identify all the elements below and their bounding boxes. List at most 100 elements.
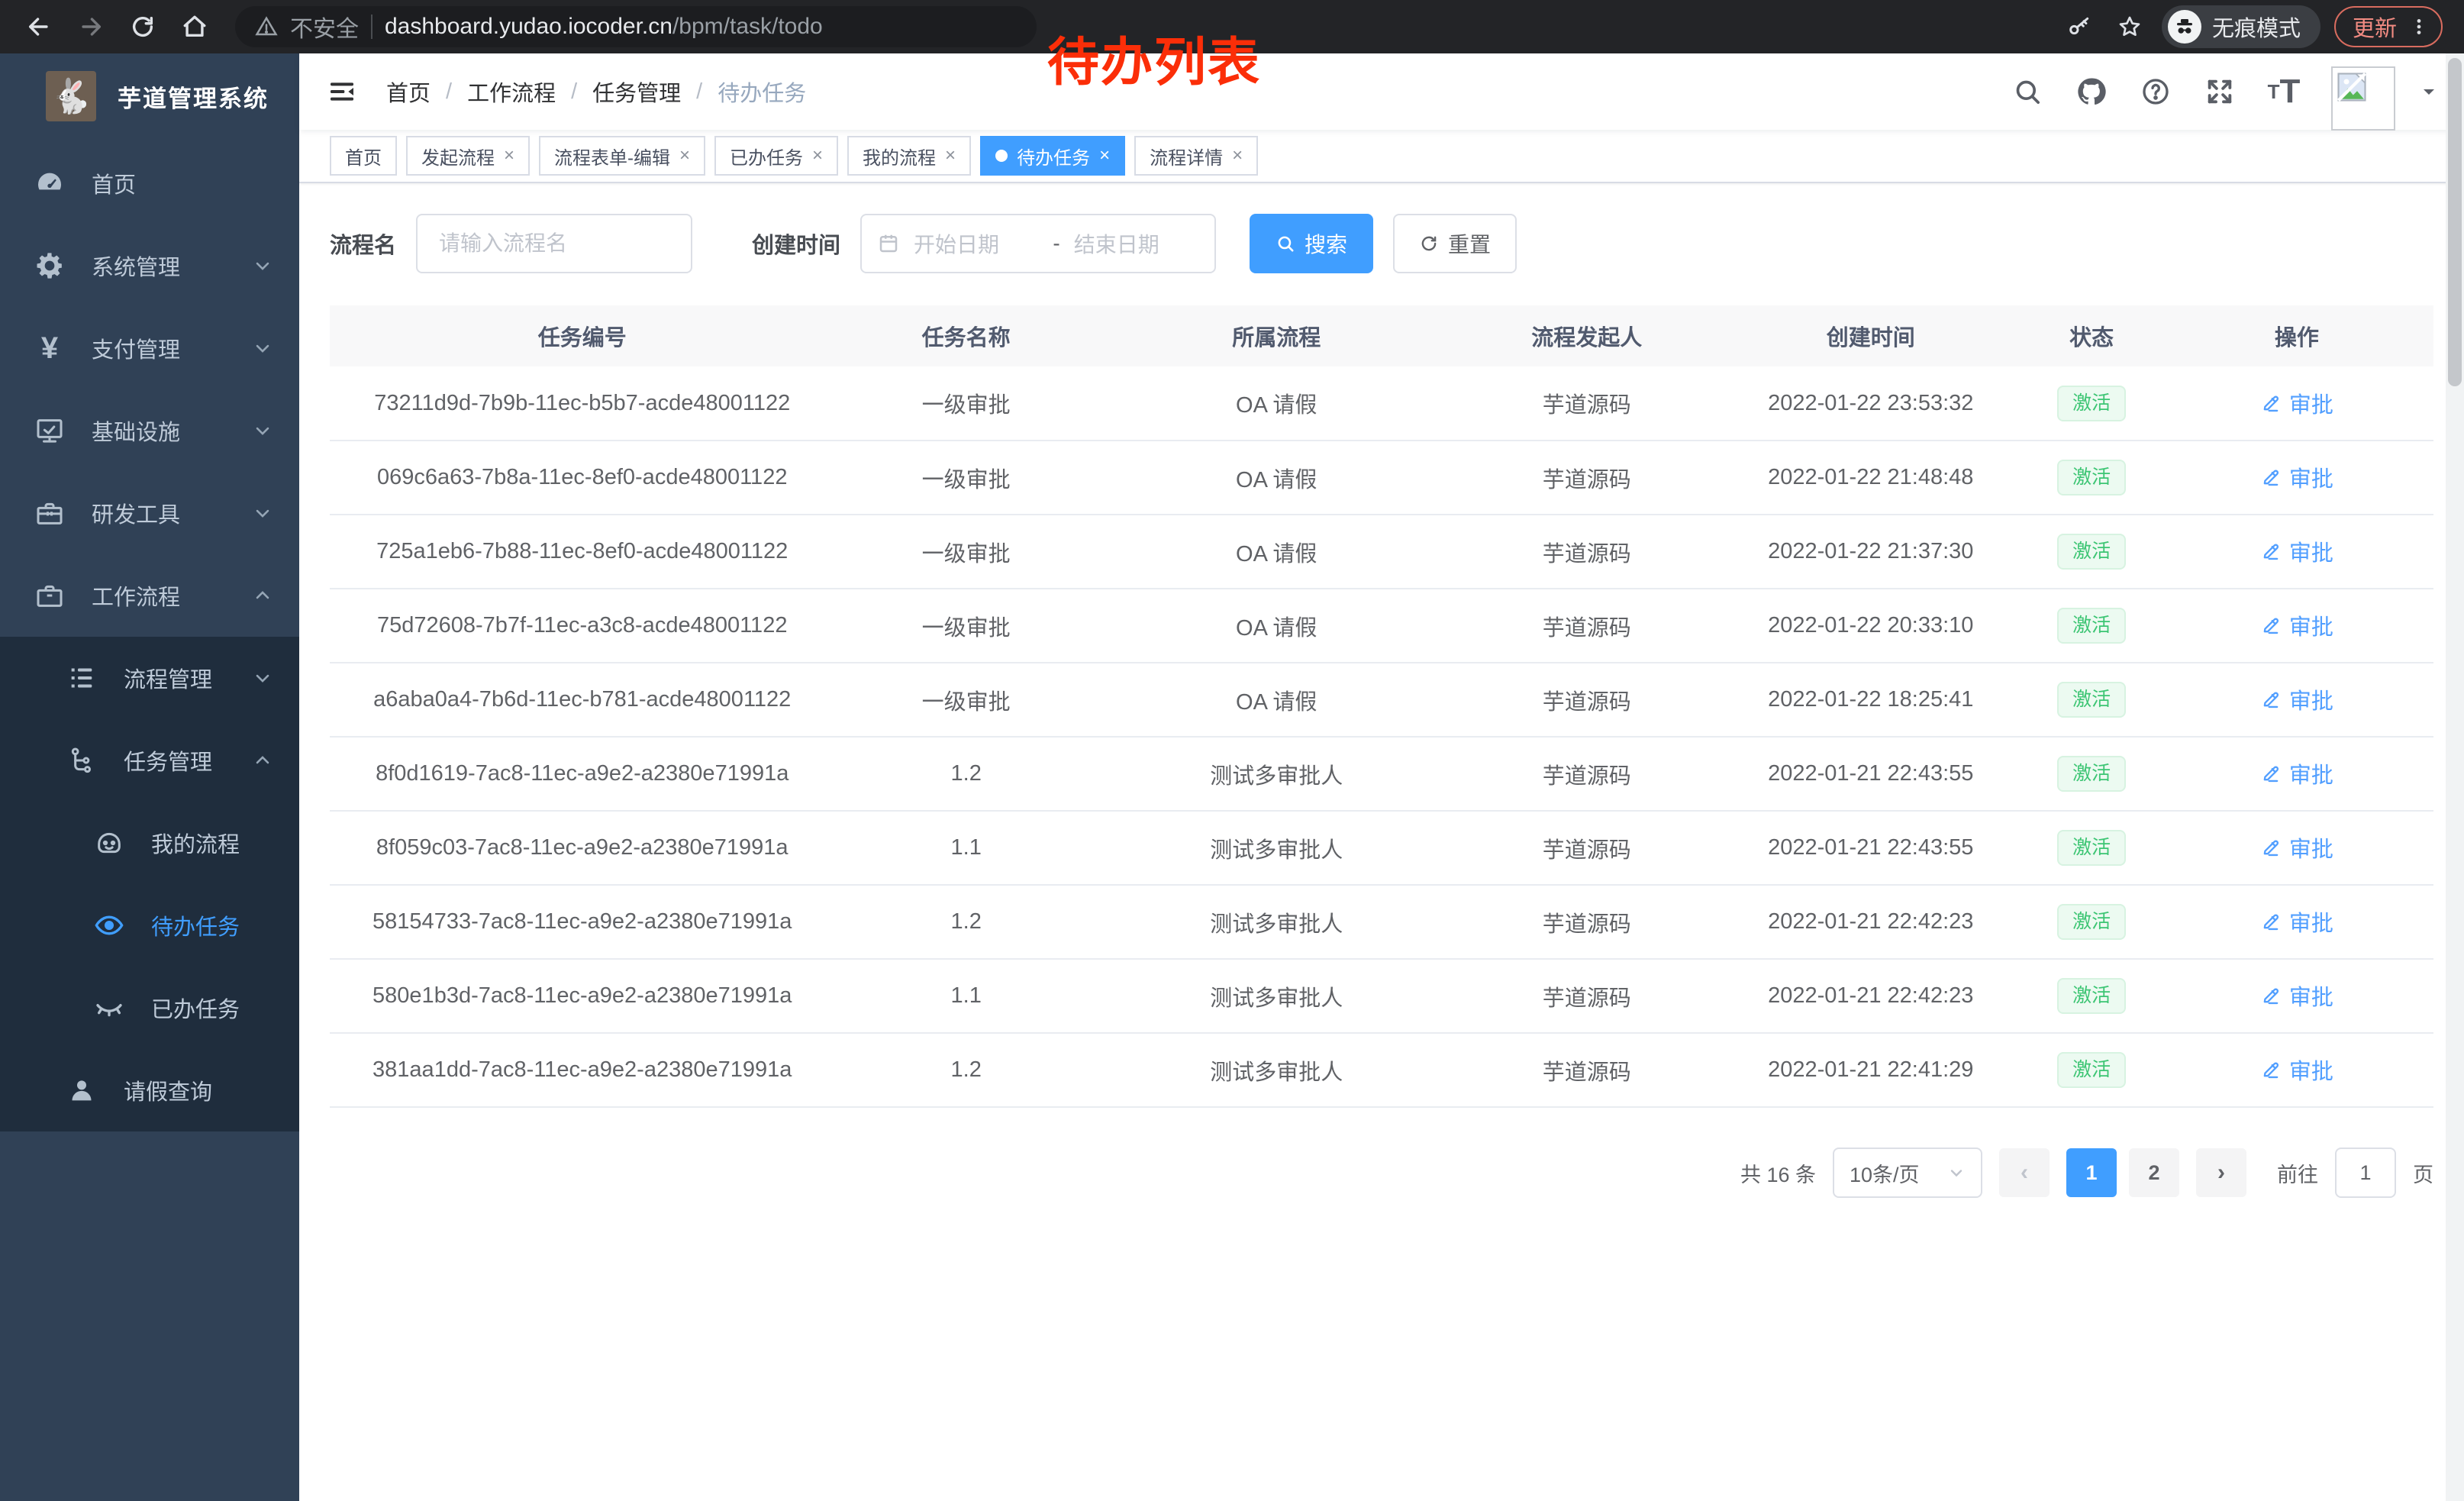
url-bar[interactable]: 不安全 dashboard.yudao.iocoder.cn/bpm/task/… bbox=[235, 6, 1037, 47]
approve-link[interactable]: 审批 bbox=[2260, 387, 2333, 419]
reset-button[interactable]: 重置 bbox=[1393, 214, 1517, 273]
total-count: 共 16 条 bbox=[1740, 1158, 1816, 1188]
sidebar-collapse-icon[interactable] bbox=[325, 75, 359, 108]
breadcrumb-item-工作流程[interactable]: 工作流程 bbox=[467, 76, 556, 108]
approve-link[interactable]: 审批 bbox=[2260, 980, 2333, 1012]
browser-update-button[interactable]: 更新 bbox=[2334, 6, 2443, 47]
breadcrumb-item-任务管理[interactable]: 任务管理 bbox=[592, 76, 681, 108]
tab-发起流程[interactable]: 发起流程 × bbox=[406, 136, 530, 176]
sidebar-item-系统管理[interactable]: 系统管理 bbox=[0, 224, 299, 307]
tab-label: 发起流程 bbox=[421, 143, 495, 169]
tab-已办任务[interactable]: 已办任务 × bbox=[714, 136, 838, 176]
sidebar-item-label: 基础设施 bbox=[92, 415, 180, 447]
approve-link[interactable]: 审批 bbox=[2260, 535, 2333, 567]
scrollbar[interactable] bbox=[2446, 53, 2464, 1501]
approve-link[interactable]: 审批 bbox=[2260, 905, 2333, 938]
approve-link[interactable]: 审批 bbox=[2260, 609, 2333, 641]
approve-link[interactable]: 审批 bbox=[2260, 831, 2333, 863]
breadcrumb-item-首页[interactable]: 首页 bbox=[386, 76, 431, 108]
sidebar-item-已办任务[interactable]: 已办任务 bbox=[0, 967, 299, 1049]
page-size-select[interactable]: 10条/页 bbox=[1833, 1148, 1982, 1198]
tab-close-icon[interactable]: × bbox=[945, 147, 956, 165]
cell-任务编号: 381aa1dd-7ac8-11ec-a9e2-a2380e71991a bbox=[330, 1033, 834, 1107]
cell-流程发起人: 芋道源码 bbox=[1455, 589, 1718, 663]
password-key-icon[interactable] bbox=[2061, 8, 2098, 45]
goto-label: 前往 bbox=[2277, 1158, 2318, 1188]
approve-link-label: 审批 bbox=[2289, 980, 2333, 1012]
avatar[interactable] bbox=[2331, 66, 2395, 131]
approve-link[interactable]: 审批 bbox=[2260, 461, 2333, 493]
tab-待办任务[interactable]: 待办任务× bbox=[980, 136, 1125, 176]
column-header-创建时间: 创建时间 bbox=[1718, 305, 2024, 366]
approve-link[interactable]: 审批 bbox=[2260, 1054, 2333, 1086]
sidebar-item-label: 请假查询 bbox=[124, 1074, 212, 1106]
table-row: a6aba0a4-7b6d-11ec-b781-acde48001122一级审批… bbox=[330, 663, 2433, 737]
cell-任务编号: a6aba0a4-7b6d-11ec-b781-acde48001122 bbox=[330, 663, 834, 737]
github-icon[interactable] bbox=[2075, 75, 2108, 108]
sidebar-item-研发工具[interactable]: 研发工具 bbox=[0, 472, 299, 554]
tab-流程表单-编辑[interactable]: 流程表单-编辑× bbox=[539, 136, 705, 176]
tab-close-icon[interactable]: × bbox=[504, 147, 514, 165]
briefcase-icon bbox=[32, 578, 67, 613]
chevron-up-icon bbox=[252, 750, 273, 771]
cell-创建时间: 2022-01-21 22:42:23 bbox=[1718, 885, 2024, 959]
tab-close-icon[interactable]: × bbox=[1099, 147, 1110, 165]
sidebar-item-我的流程[interactable]: 我的流程 bbox=[0, 802, 299, 884]
sidebar-item-支付管理[interactable]: ¥支付管理 bbox=[0, 307, 299, 389]
sidebar-item-label: 任务管理 bbox=[124, 744, 212, 776]
cell-任务编号: 75d72608-7b7f-11ec-a3c8-acde48001122 bbox=[330, 589, 834, 663]
tab-close-icon[interactable]: × bbox=[1232, 147, 1243, 165]
help-icon[interactable] bbox=[2139, 75, 2172, 108]
cell-任务编号: 8f059c03-7ac8-11ec-a9e2-a2380e71991a bbox=[330, 811, 834, 885]
sidebar-item-任务管理[interactable]: 任务管理 bbox=[0, 719, 299, 802]
approve-link[interactable]: 审批 bbox=[2260, 757, 2333, 789]
sidebar-item-待办任务[interactable]: 待办任务 bbox=[0, 884, 299, 967]
font-size-icon[interactable]: TT bbox=[2267, 75, 2301, 108]
sidebar-item-流程管理[interactable]: 流程管理 bbox=[0, 637, 299, 719]
cell-流程发起人: 芋道源码 bbox=[1455, 737, 1718, 811]
cell-创建时间: 2022-01-22 21:48:48 bbox=[1718, 441, 2024, 515]
sidebar-item-首页[interactable]: 首页 bbox=[0, 142, 299, 224]
tab-首页[interactable]: 首页 bbox=[330, 136, 397, 176]
tab-close-icon[interactable]: × bbox=[812, 147, 823, 165]
sidebar-item-请假查询[interactable]: 请假查询 bbox=[0, 1049, 299, 1131]
avatar-caret-icon[interactable] bbox=[2420, 82, 2438, 101]
tab-我的流程[interactable]: 我的流程× bbox=[847, 136, 971, 176]
sidebar-item-工作流程[interactable]: 工作流程 bbox=[0, 554, 299, 637]
tab-流程详情[interactable]: 流程详情× bbox=[1134, 136, 1258, 176]
browser-menu-kebab-icon[interactable] bbox=[2409, 17, 2429, 37]
breadcrumb-separator: / bbox=[696, 79, 702, 105]
page-button-1[interactable]: 1 bbox=[2066, 1148, 2117, 1197]
page-button-2[interactable]: 2 bbox=[2129, 1148, 2179, 1197]
browser-home-icon[interactable] bbox=[173, 5, 217, 49]
cell-action: 审批 bbox=[2160, 737, 2433, 811]
tab-close-icon[interactable]: × bbox=[679, 147, 690, 165]
process-name-input[interactable] bbox=[416, 214, 692, 273]
prev-page-button[interactable]: ‹ bbox=[1999, 1148, 2050, 1197]
fullscreen-icon[interactable] bbox=[2203, 75, 2237, 108]
pagination: 共 16 条 10条/页 ‹ 12 › 前往 页 bbox=[330, 1148, 2433, 1198]
cell-流程发起人: 芋道源码 bbox=[1455, 441, 1718, 515]
sidebar-item-基础设施[interactable]: 基础设施 bbox=[0, 389, 299, 472]
user-icon bbox=[64, 1073, 99, 1108]
next-page-button[interactable]: › bbox=[2196, 1148, 2246, 1197]
date-range-picker[interactable]: 开始日期 - 结束日期 bbox=[860, 214, 1216, 273]
search-button[interactable]: 搜索 bbox=[1250, 214, 1373, 273]
tab-label: 已办任务 bbox=[730, 143, 803, 169]
browser-forward-icon[interactable] bbox=[69, 5, 113, 49]
browser-back-icon[interactable] bbox=[17, 5, 61, 49]
brand-title: 芋道管理系统 bbox=[118, 79, 269, 114]
brand: 🐇 芋道管理系统 bbox=[0, 53, 299, 139]
cell-status: 激活 bbox=[2024, 811, 2160, 885]
search-icon[interactable] bbox=[2011, 75, 2044, 108]
cell-任务编号: 73211d9d-7b9b-11ec-b5b7-acde48001122 bbox=[330, 366, 834, 441]
browser-reload-icon[interactable] bbox=[121, 5, 165, 49]
approve-link[interactable]: 审批 bbox=[2260, 683, 2333, 715]
goto-page-input[interactable] bbox=[2335, 1148, 2396, 1198]
bookmark-star-icon[interactable] bbox=[2111, 8, 2148, 45]
workflow-submenu: 流程管理任务管理我的流程待办任务已办任务请假查询 bbox=[0, 637, 299, 1131]
scrollbar-thumb[interactable] bbox=[2448, 58, 2462, 386]
column-header-所属流程: 所属流程 bbox=[1098, 305, 1456, 366]
logo-image: 🐇 bbox=[46, 71, 96, 121]
approve-link-label: 审批 bbox=[2289, 1054, 2333, 1086]
